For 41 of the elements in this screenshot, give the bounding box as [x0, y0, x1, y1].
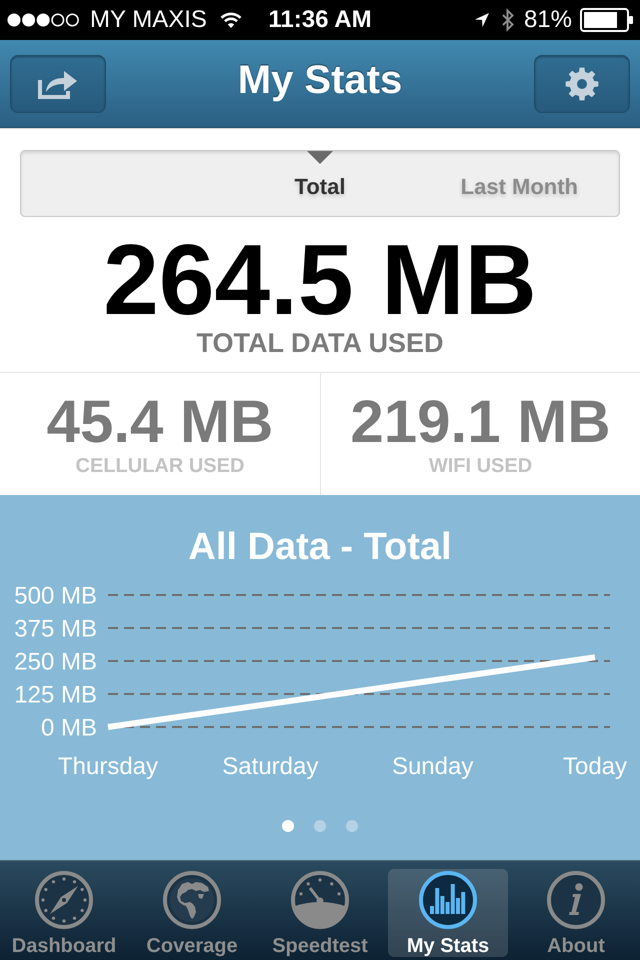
bar-chart-icon	[418, 870, 478, 930]
tab-bar-item[interactable]: My Stats	[388, 869, 508, 957]
tab-bar-item[interactable]: Speedtest	[260, 869, 380, 957]
bluetooth-icon	[500, 8, 515, 32]
info-icon	[546, 870, 606, 930]
total-data-value: 264.5 MB	[103, 230, 537, 330]
usage-label: CELLULAR USED	[76, 456, 244, 476]
selection-triangle-icon	[307, 151, 334, 164]
usage-label: WIFI USED	[428, 456, 532, 476]
axis-label: Today	[562, 753, 628, 780]
axis-label: Sunday	[392, 753, 474, 780]
globe-icon	[162, 870, 222, 930]
axis-label: 250 MB	[14, 648, 97, 676]
segment-tab[interactable]: Last Month	[420, 151, 619, 216]
signal-strength-icon	[7, 13, 81, 27]
tab-bar-item[interactable]: Dashboard	[4, 869, 124, 957]
usage-value: 45.4 MB	[46, 392, 274, 452]
settings-icon	[565, 66, 599, 100]
tab-bar-item[interactable]: About	[516, 869, 636, 957]
carrier-name: MY MAXIS	[90, 8, 207, 32]
screen-title: My Stats	[238, 60, 402, 100]
segment-tab[interactable]: Total	[220, 151, 420, 216]
clock: 11:36 AM	[268, 8, 372, 32]
chart-title: All Data - Total	[188, 528, 452, 566]
battery-icon	[580, 8, 634, 32]
battery-percentage: 81%	[524, 8, 572, 32]
axis-label: 375 MB	[14, 616, 97, 642]
gauge-icon	[290, 870, 350, 930]
settings-button[interactable]	[534, 54, 630, 112]
share-button[interactable]	[10, 54, 106, 112]
location-arrow-icon	[474, 13, 489, 27]
axis-label: Thursday	[58, 753, 158, 780]
axis-label: 500 MB	[14, 582, 97, 610]
tab-bar-item[interactable]: Coverage	[132, 869, 252, 957]
total-data-label: TOTAL DATA USED	[196, 330, 444, 357]
axis-label: 0 MB	[40, 714, 97, 742]
axis-label: 125 MB	[14, 682, 97, 708]
wifi-icon	[220, 12, 242, 28]
axis-label: Saturday	[222, 753, 318, 780]
usage-value: 219.1 MB	[350, 392, 611, 452]
compass-icon	[34, 870, 94, 930]
